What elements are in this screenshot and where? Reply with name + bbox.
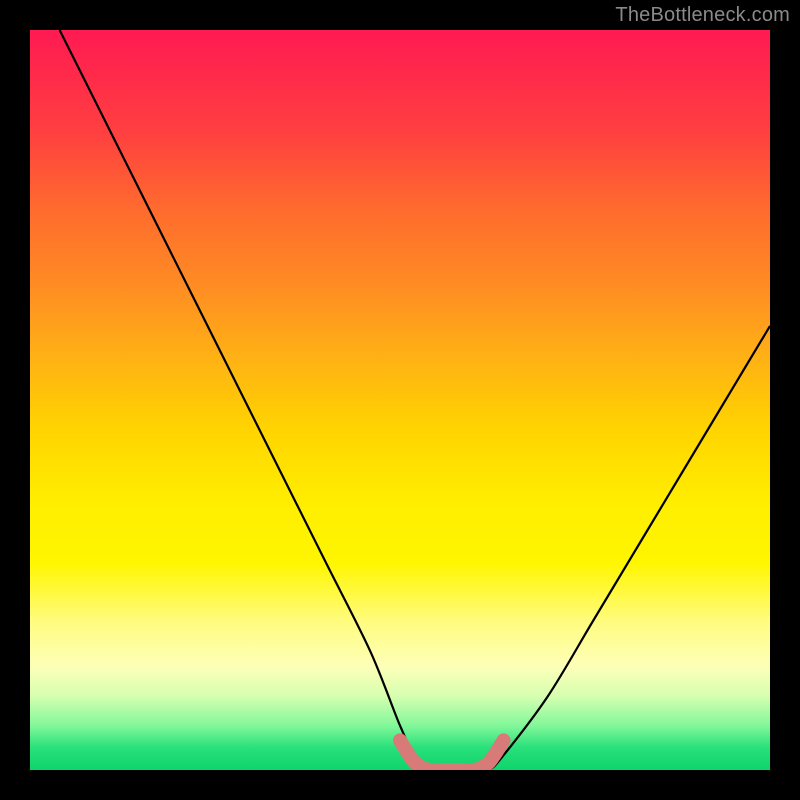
bottleneck-curve [60,30,770,770]
flat-bottom-highlight [400,740,504,770]
watermark-text: TheBottleneck.com [615,4,790,27]
chart-container: TheBottleneck.com [0,0,800,800]
chart-overlay [30,30,770,770]
